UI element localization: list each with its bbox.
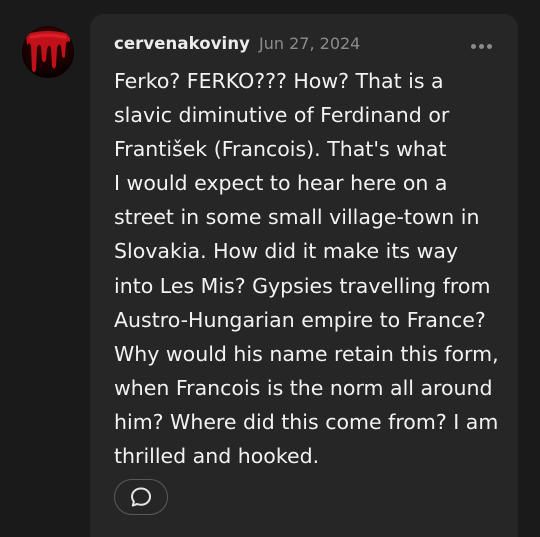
more-horizontal-icon	[479, 44, 484, 49]
speech-bubble-icon	[131, 487, 151, 507]
body-line: when Francois is the norm all around	[114, 375, 493, 400]
body-line: I would expect to hear here on a	[114, 171, 448, 196]
body-line: Why would his name retain this form,	[114, 341, 499, 366]
body-line: thrilled and hooked.	[114, 444, 320, 469]
more-options-button[interactable]	[471, 44, 492, 49]
username-link[interactable]: cervenakoviny	[114, 34, 250, 53]
reply-button[interactable]	[114, 479, 168, 515]
body-line: František (Francois). That's what	[114, 137, 447, 162]
body-line: Austro-Hungarian empire to France?	[114, 307, 486, 332]
more-horizontal-icon	[487, 44, 492, 49]
body-line: Slovakia. How did it make its way	[114, 239, 459, 264]
more-horizontal-icon	[471, 44, 476, 49]
red-dripping-avatar-icon	[22, 26, 74, 78]
post-date: Jun 27, 2024	[259, 34, 361, 53]
body-line: Ferko? FERKO??? How? That is a	[114, 69, 444, 93]
comment-header: cervenakoviny Jun 27, 2024	[114, 34, 498, 58]
user-avatar[interactable]	[22, 26, 74, 78]
body-line: him? Where did this come from? I am	[114, 409, 499, 434]
comment-card: cervenakoviny Jun 27, 2024 Ferko? FERKO?…	[90, 14, 518, 537]
body-line: into Les Mis? Gypsies travelling from	[114, 273, 491, 298]
comment-thread: cervenakoviny Jun 27, 2024 Ferko? FERKO?…	[0, 0, 540, 537]
body-line: street in some small village-town in	[114, 205, 480, 230]
body-line: slavic diminutive of Ferdinand or	[114, 103, 450, 128]
comment-body: Ferko? FERKO??? How? That is a slavic di…	[114, 64, 509, 473]
